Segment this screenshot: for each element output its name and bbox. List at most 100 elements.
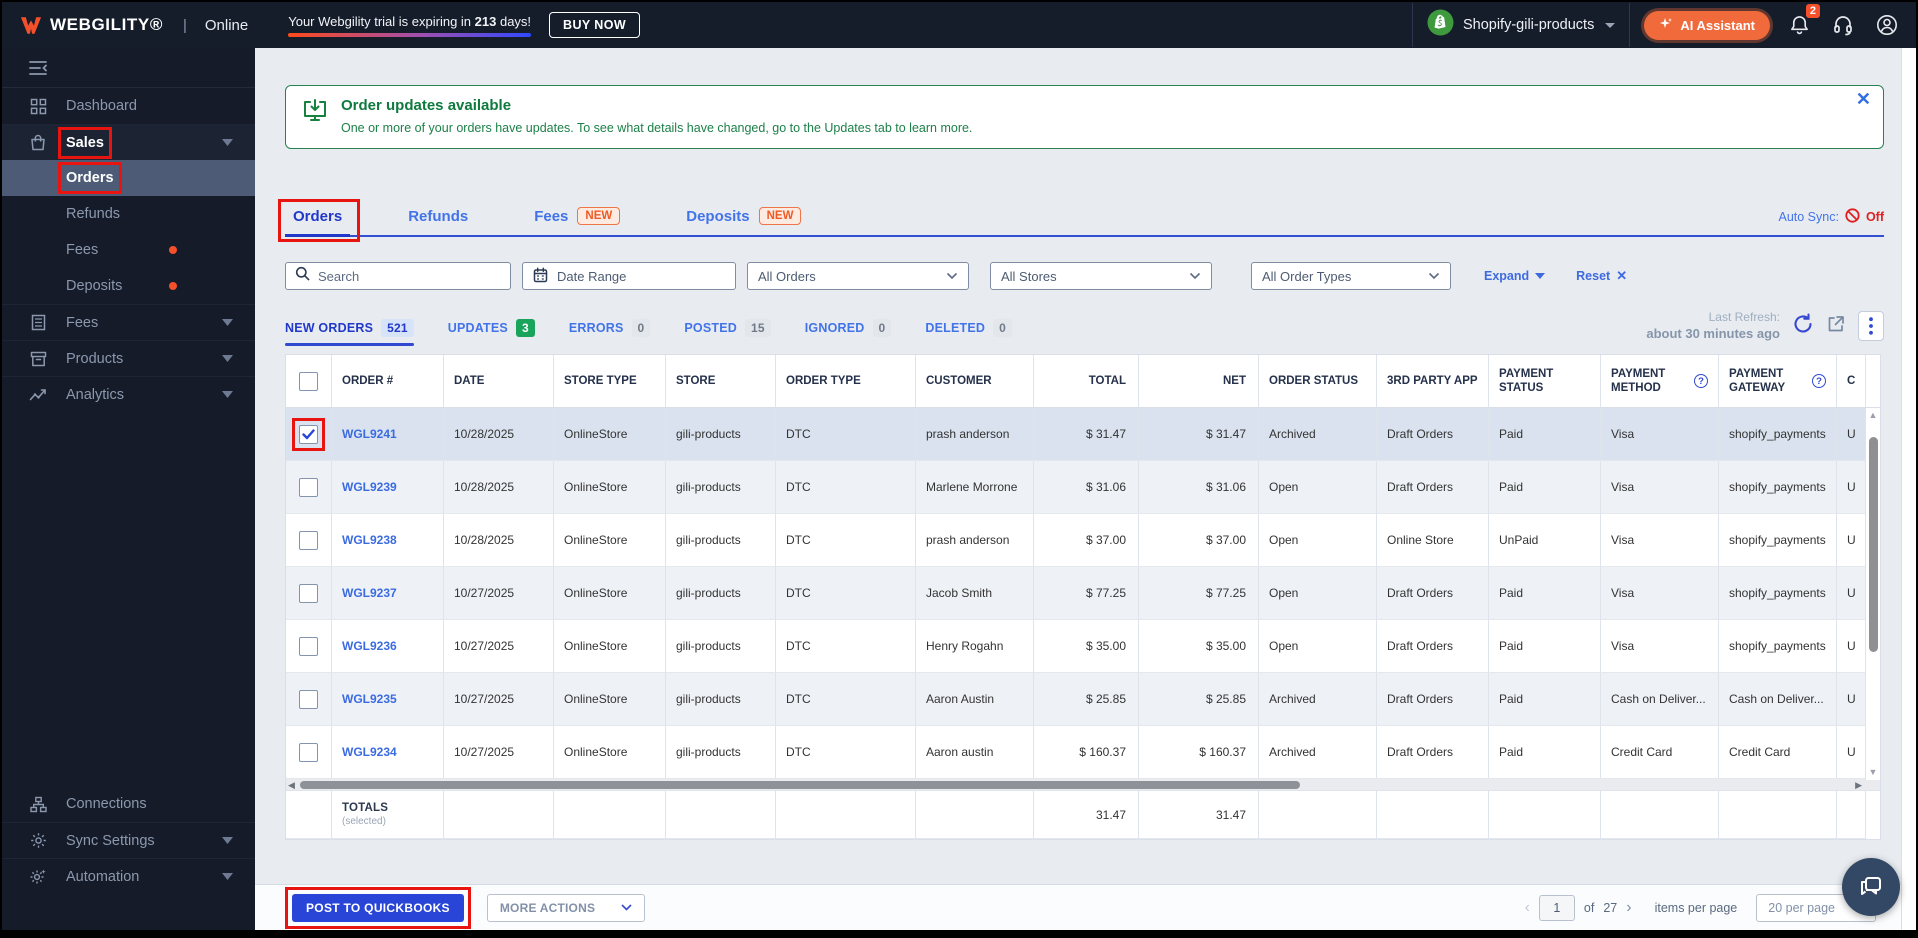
column-header-store[interactable]: STORE bbox=[666, 355, 776, 408]
sidebar-item-dashboard[interactable]: Dashboard bbox=[2, 88, 255, 124]
order-types-filter-dropdown[interactable]: All Order Types bbox=[1251, 262, 1451, 290]
tab-refunds[interactable]: Refunds bbox=[400, 207, 476, 235]
column-header-pay_method[interactable]: PAYMENT METHOD? bbox=[1601, 355, 1719, 408]
column-header-customer[interactable]: CUSTOMER bbox=[916, 355, 1034, 408]
column-header-status[interactable]: ORDER STATUS bbox=[1259, 355, 1377, 408]
sidebar-item-fees[interactable]: Fees bbox=[2, 304, 255, 340]
ai-assistant-button[interactable]: AI Assistant bbox=[1644, 10, 1770, 40]
column-header-date[interactable]: DATE bbox=[444, 355, 554, 408]
cell-status: Open bbox=[1259, 461, 1377, 514]
page-number-input[interactable] bbox=[1538, 894, 1575, 921]
support-headset-button[interactable] bbox=[1828, 10, 1858, 40]
page-tabs: Orders Refunds Fees NEW Deposits NEW Auto Syn… bbox=[277, 199, 1884, 242]
status-tab-updates[interactable]: UPDATES 3 bbox=[448, 319, 535, 346]
horizontal-scrollbar[interactable]: ◀ ▶ bbox=[286, 779, 1880, 792]
status-tab-ignored[interactable]: IGNORED 0 bbox=[805, 319, 892, 346]
column-header-order_type[interactable]: ORDER TYPE bbox=[776, 355, 916, 408]
tab-orders[interactable]: Orders bbox=[277, 199, 361, 242]
cell-store_type: OnlineStore bbox=[554, 408, 666, 461]
sidebar-item-connections[interactable]: Connections bbox=[2, 786, 255, 822]
reset-link[interactable]: Reset ✕ bbox=[1576, 268, 1627, 284]
row-checkbox[interactable] bbox=[299, 636, 318, 656]
cell-order_type: DTC bbox=[776, 514, 916, 567]
sidebar-collapse-button[interactable] bbox=[2, 48, 255, 88]
sidebar-item-refunds[interactable]: Refunds bbox=[2, 196, 255, 232]
buy-now-button[interactable]: BUY NOW bbox=[549, 12, 641, 38]
store-selector[interactable]: Shopify-gili-products bbox=[1427, 9, 1616, 41]
more-actions-dropdown[interactable]: MORE ACTIONS bbox=[486, 893, 646, 922]
sidebar-item-fees[interactable]: Fees bbox=[2, 232, 255, 268]
date-range-picker[interactable]: Date Range bbox=[522, 262, 736, 290]
post-to-quickbooks-button[interactable]: POST TO QUICKBOOKS bbox=[292, 893, 464, 922]
of-label: of bbox=[1583, 900, 1595, 915]
row-checkbox-checked[interactable] bbox=[299, 424, 318, 444]
sidebar-item-automation[interactable]: Automation bbox=[2, 858, 255, 894]
cell-net: $ 37.00 bbox=[1139, 514, 1259, 567]
tab-deposits[interactable]: Deposits NEW bbox=[678, 207, 809, 235]
chat-widget-button[interactable] bbox=[1842, 858, 1900, 916]
status-tab-deleted[interactable]: DELETED 0 bbox=[925, 319, 1012, 346]
table-row: WGL9236 10/27/2025 OnlineStore gili-product… bbox=[286, 620, 1880, 674]
column-header-label: DATE bbox=[454, 375, 485, 388]
prev-page-button[interactable]: ‹ bbox=[1525, 899, 1530, 917]
status-tab-new-orders[interactable]: NEW ORDERS 521 bbox=[285, 319, 414, 347]
row-checkbox[interactable] bbox=[299, 583, 318, 603]
totals-cell-store_type bbox=[554, 791, 666, 840]
totals-cell-app bbox=[1377, 791, 1489, 840]
sidebar-item-orders[interactable]: Orders bbox=[2, 160, 255, 196]
row-checkbox[interactable] bbox=[299, 742, 318, 762]
sidebar-item-analytics[interactable]: Analytics bbox=[2, 376, 255, 412]
column-header-store_type[interactable]: STORE TYPE bbox=[554, 355, 666, 408]
sidebar-item-sales[interactable]: Sales bbox=[2, 124, 255, 160]
row-checkbox[interactable] bbox=[299, 371, 318, 391]
cell-order_type: DTC bbox=[776, 408, 916, 461]
sidebar-item-products[interactable]: Products bbox=[2, 340, 255, 376]
info-icon[interactable]: ? bbox=[1694, 374, 1708, 389]
orders-filter-dropdown[interactable]: All Orders bbox=[747, 262, 969, 290]
webgility-logo: WEBGILITY® | Online bbox=[20, 15, 248, 35]
cell-date: 10/28/2025 bbox=[444, 408, 554, 461]
order-number-link[interactable]: WGL9235 bbox=[342, 692, 397, 706]
account-button[interactable] bbox=[1872, 10, 1902, 40]
search-input-wrap bbox=[285, 262, 511, 290]
column-header-order[interactable]: ORDER # bbox=[332, 355, 444, 408]
status-tab-errors[interactable]: ERRORS 0 bbox=[569, 319, 651, 346]
row-checkbox[interactable] bbox=[299, 530, 318, 550]
column-header-net[interactable]: NET bbox=[1139, 355, 1259, 408]
export-icon[interactable] bbox=[1826, 314, 1846, 339]
column-header-extra[interactable]: C bbox=[1837, 355, 1866, 408]
info-icon[interactable]: ? bbox=[1812, 374, 1826, 389]
order-number-link[interactable]: WGL9241 bbox=[342, 427, 397, 441]
column-header-gateway[interactable]: PAYMENT GATEWAY? bbox=[1719, 355, 1837, 408]
stores-filter-dropdown[interactable]: All Stores bbox=[990, 262, 1212, 290]
next-page-button[interactable]: › bbox=[1626, 899, 1631, 917]
column-header-pay_status[interactable]: PAYMENT STATUS bbox=[1489, 355, 1601, 408]
row-checkbox[interactable] bbox=[299, 477, 318, 497]
cell-app: Draft Orders bbox=[1377, 726, 1489, 779]
tab-fees[interactable]: Fees NEW bbox=[526, 207, 628, 235]
column-header-total[interactable]: TOTAL bbox=[1034, 355, 1139, 408]
order-number-link[interactable]: WGL9236 bbox=[342, 639, 397, 653]
close-icon: ✕ bbox=[1616, 268, 1628, 283]
status-tab-posted[interactable]: POSTED 15 bbox=[684, 319, 771, 346]
cell-customer: prash anderson bbox=[916, 408, 1034, 461]
table-options-button[interactable] bbox=[1858, 311, 1884, 342]
cell-pay_status: Paid bbox=[1489, 461, 1601, 514]
sidebar-item-deposits[interactable]: Deposits bbox=[2, 268, 255, 304]
row-checkbox[interactable] bbox=[299, 689, 318, 709]
order-number-link[interactable]: WGL9238 bbox=[342, 533, 397, 547]
order-number-link[interactable]: WGL9239 bbox=[342, 480, 397, 494]
refresh-icon[interactable] bbox=[1792, 313, 1814, 340]
close-icon[interactable]: ✕ bbox=[1856, 90, 1871, 108]
vertical-scrollbar[interactable]: ▲ ▼ bbox=[1865, 408, 1880, 781]
cell-customer: Jacob Smith bbox=[916, 567, 1034, 620]
search-input[interactable] bbox=[318, 268, 501, 284]
sidebar-item-sync-settings[interactable]: Sync Settings bbox=[2, 822, 255, 858]
column-header-app[interactable]: 3RD PARTY APP bbox=[1377, 355, 1489, 408]
app-frame: WEBGILITY® | Online Your Webgility trial… bbox=[2, 2, 1916, 930]
page-scrollbar[interactable] bbox=[1901, 48, 1916, 930]
expand-link[interactable]: Expand bbox=[1484, 269, 1546, 283]
order-number-link[interactable]: WGL9237 bbox=[342, 586, 397, 600]
notifications-button[interactable]: 2 bbox=[1784, 4, 1820, 40]
order-number-link[interactable]: WGL9234 bbox=[342, 745, 397, 759]
